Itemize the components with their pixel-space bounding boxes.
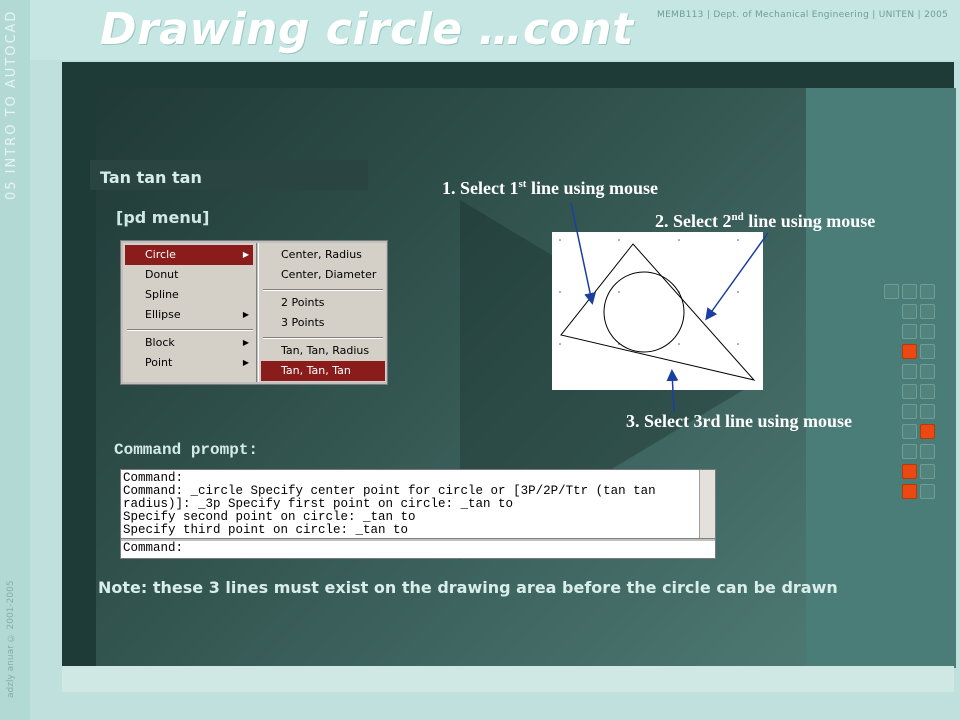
deco-square: [884, 284, 899, 299]
menu-item-label: Tan, Tan, Tan: [281, 364, 351, 377]
triangle-shape: [560, 243, 756, 381]
menu-item-ellipse[interactable]: Ellipse ▶: [125, 305, 253, 325]
deco-square: [902, 384, 917, 399]
deco-square: [920, 344, 935, 359]
triangle-incircle-drawing: [559, 239, 756, 381]
deco-square: [902, 424, 917, 439]
step-2-label: 2. Select 2nd line using mouse: [655, 211, 876, 231]
deco-square: [920, 304, 935, 319]
menu-item-label: 3 Points: [281, 316, 325, 329]
menu-separator: [127, 329, 253, 331]
deco-square: [920, 444, 935, 459]
submenu-item-center-radius[interactable]: Center, Radius: [261, 245, 385, 265]
menu-item-label: Center, Radius: [281, 248, 362, 261]
deco-square: [920, 324, 935, 339]
submenu-arrow-icon: ▶: [242, 338, 249, 347]
deco-square: [920, 284, 935, 299]
submenu-arrow-icon: ▶: [242, 358, 249, 367]
draw-menu: Circle ▶ Donut Spline Ellipse ▶ Block ▶ …: [123, 243, 257, 382]
submenu-item-tan-tan-tan[interactable]: Tan, Tan, Tan: [261, 361, 385, 381]
step-3-label: 3. Select 3rd line using mouse: [626, 411, 853, 431]
menu-item-label: Ellipse: [145, 308, 181, 321]
drawing-area: [552, 232, 763, 390]
step-1-label: 1. Select 1st line using mouse: [442, 178, 658, 198]
deco-square-orange: [902, 484, 917, 499]
menu-item-label: Circle: [145, 248, 176, 261]
draw-menu-screenshot: Circle ▶ Donut Spline Ellipse ▶ Block ▶ …: [120, 240, 388, 385]
submenu-arrow-icon: ▶: [242, 250, 249, 259]
slide-title: Drawing circle …cont: [100, 4, 634, 55]
deco-square: [920, 404, 935, 419]
menu-item-label: Center, Diameter: [281, 268, 377, 281]
deco-square: [902, 444, 917, 459]
menu-item-donut[interactable]: Donut: [125, 265, 253, 285]
submenu-item-2-points[interactable]: 2 Points: [261, 293, 385, 313]
submenu-arrow-icon: ▶: [242, 310, 249, 319]
deco-square: [902, 404, 917, 419]
deco-square: [902, 284, 917, 299]
copyright-text: adzly anuar © 2001-2005: [6, 580, 16, 698]
deco-square: [920, 484, 935, 499]
deco-square: [920, 364, 935, 379]
menu-item-label: 2 Points: [281, 296, 325, 309]
command-divider: [121, 538, 715, 541]
section-label: Tan tan tan: [100, 168, 202, 187]
command-prompt-heading: Command prompt:: [114, 441, 259, 459]
menu-item-point[interactable]: Point ▶: [125, 353, 253, 373]
command-history: Command: Command: _circle Specify center…: [123, 472, 699, 538]
menu-separator: [263, 289, 383, 291]
deco-square: [902, 304, 917, 319]
menu-item-circle[interactable]: Circle ▶: [125, 245, 253, 265]
menu-item-label: Spline: [145, 288, 179, 301]
command-window: Command: Command: _circle Specify center…: [120, 469, 716, 559]
pd-menu-label: [pd menu]: [116, 208, 210, 227]
menu-item-spline[interactable]: Spline: [125, 285, 253, 305]
menu-item-label: Block: [145, 336, 175, 349]
note-text: Note: these 3 lines must exist on the dr…: [98, 578, 838, 597]
bottom-strip: [62, 666, 954, 692]
source-line: MEMB113 | Dept. of Mechanical Engineerin…: [657, 10, 949, 20]
submenu-item-tan-tan-radius[interactable]: Tan, Tan, Radius: [261, 341, 385, 361]
deco-square: [920, 384, 935, 399]
course-label: 05 INTRO TO AUTOCAD: [4, 10, 19, 201]
deco-square-orange: [902, 344, 917, 359]
deco-square-orange: [920, 424, 935, 439]
grid-dots: [559, 239, 739, 345]
submenu-item-3-points[interactable]: 3 Points: [261, 313, 385, 333]
deco-square: [902, 324, 917, 339]
menu-item-block[interactable]: Block ▶: [125, 333, 253, 353]
deco-square: [920, 464, 935, 479]
menu-item-label: Point: [145, 356, 173, 369]
tangent-circle: [603, 271, 685, 353]
command-line: Specify third point on circle: _tan to: [123, 523, 409, 537]
deco-square: [902, 364, 917, 379]
menu-separator: [263, 337, 383, 339]
menu-item-label: Donut: [145, 268, 179, 281]
deco-square-orange: [902, 464, 917, 479]
menu-item-label: Tan, Tan, Radius: [281, 344, 370, 357]
command-input[interactable]: Command:: [123, 541, 183, 555]
submenu-item-center-diameter[interactable]: Center, Diameter: [261, 265, 385, 285]
circle-submenu: Center, Radius Center, Diameter 2 Points…: [258, 243, 386, 382]
command-scrollbar[interactable]: [699, 470, 715, 538]
